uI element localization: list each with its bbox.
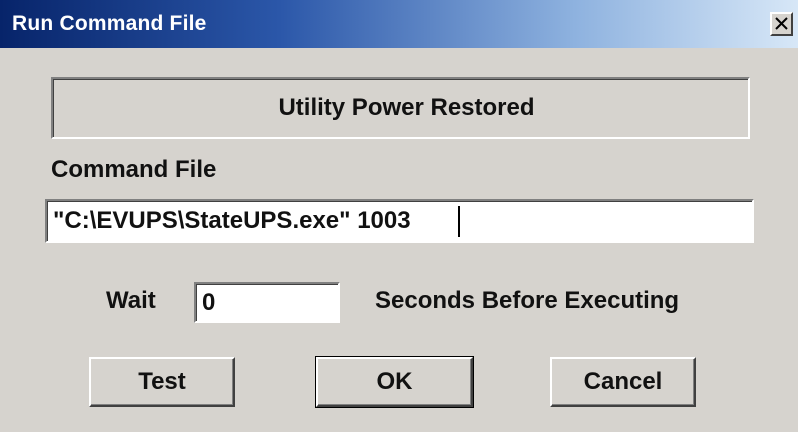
- close-button[interactable]: [770, 12, 793, 36]
- close-icon: [775, 17, 788, 30]
- window-title: Run Command File: [12, 12, 207, 35]
- test-button[interactable]: Test: [89, 357, 235, 407]
- cancel-button[interactable]: Cancel: [550, 357, 696, 407]
- seconds-before-executing-label: Seconds Before Executing: [375, 287, 680, 314]
- status-text: Utility Power Restored: [278, 94, 535, 121]
- wait-seconds-input[interactable]: [194, 282, 340, 323]
- wait-label: Wait: [106, 287, 156, 314]
- run-command-file-dialog: Run Command File Utility Power Restored …: [0, 0, 798, 432]
- title-bar[interactable]: Run Command File: [0, 0, 798, 48]
- status-panel: Utility Power Restored: [51, 77, 750, 139]
- command-file-label: Command File: [51, 156, 217, 183]
- ok-button[interactable]: OK: [315, 356, 474, 408]
- command-file-input[interactable]: [45, 199, 754, 243]
- text-caret: [458, 206, 460, 237]
